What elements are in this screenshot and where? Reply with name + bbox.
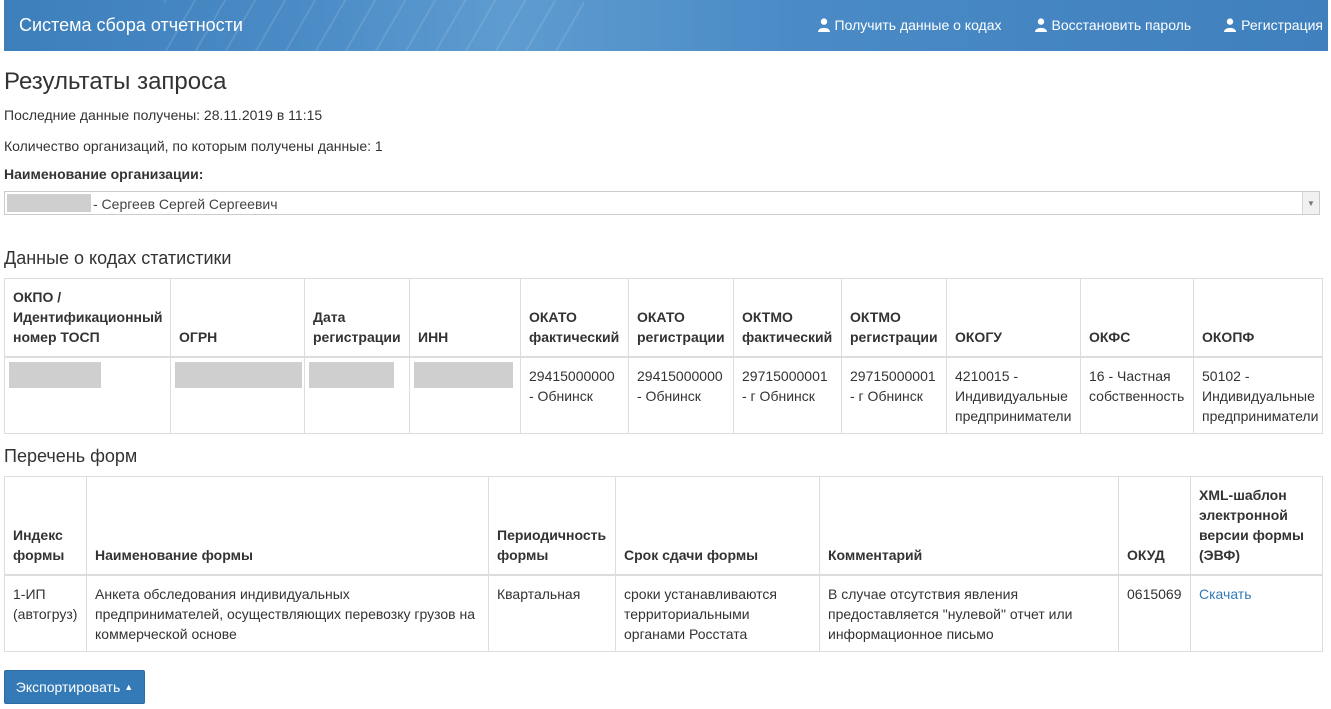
header-oktmo-reg: ОКТМО регистрации	[841, 278, 947, 358]
cell-form-deadline: сроки устанавливаются территориальными о…	[615, 574, 820, 652]
export-button-label: Экспортировать	[15, 679, 121, 695]
header-okato-reg: ОКАТО регистрации	[628, 278, 734, 358]
cell-form-xml: Скачать	[1190, 574, 1323, 652]
table-row: 1-ИП (автогруз) Анкета обследования инди…	[4, 574, 1323, 652]
org-select[interactable]: - Сергеев Сергей Сергеевич ▼	[4, 191, 1320, 215]
nav-registration-link[interactable]: Регистрация	[1224, 17, 1323, 33]
header-okfs: ОКФС	[1080, 278, 1194, 358]
redacted-org-code	[7, 194, 91, 212]
cell-okopf: 50102 - Индивидуальные предприниматели	[1193, 356, 1323, 434]
header-form-name: Наименование формы	[86, 476, 489, 576]
cell-okato-fact: 29415000000 - Обнинск	[520, 356, 629, 434]
codes-heading: Данные о кодах статистики	[4, 248, 232, 268]
user-icon	[1224, 18, 1237, 32]
cell-ogrn	[170, 356, 305, 434]
cell-oktmo-reg: 29715000001 - г Обнинск	[841, 356, 947, 434]
last-data-text: Последние данные получены: 28.11.2019 в …	[4, 107, 323, 123]
forms-header-row: Индекс формы Наименование формы Периодич…	[4, 476, 1323, 576]
cell-form-index: 1-ИП (автогруз)	[4, 574, 87, 652]
header-ogrn: ОГРН	[170, 278, 305, 358]
export-button[interactable]: Экспортировать ▲	[4, 670, 145, 704]
org-select-value: - Сергеев Сергей Сергеевич	[93, 196, 278, 212]
cell-form-period: Квартальная	[488, 574, 616, 652]
header-inn: ИНН	[409, 278, 521, 358]
header-reg-date: Дата регистрации	[304, 278, 410, 358]
codes-header-row: ОКПО / Идентификационный номер ТОСП ОГРН…	[4, 278, 1323, 358]
redacted-value	[175, 361, 302, 388]
header-okato-fact: ОКАТО фактический	[520, 278, 629, 358]
caret-up-icon: ▲	[124, 682, 134, 692]
download-link[interactable]: Скачать	[1199, 586, 1252, 602]
brand-title[interactable]: Система сбора отчетности	[19, 15, 243, 36]
cell-inn	[409, 356, 521, 434]
cell-okato-reg: 29415000000 - Обнинск	[628, 356, 734, 434]
nav-restore-password-label: Восстановить пароль	[1051, 17, 1192, 33]
org-select-label: Наименование организации:	[4, 166, 204, 182]
codes-table: ОКПО / Идентификационный номер ТОСП ОГРН…	[4, 278, 1323, 434]
forms-table: Индекс формы Наименование формы Периодич…	[4, 476, 1323, 652]
header-form-deadline: Срок сдачи формы	[615, 476, 820, 576]
cell-okpo	[4, 356, 171, 434]
cell-okogu: 4210015 - Индивидуальные предприниматели	[946, 356, 1081, 434]
nav-restore-password-link[interactable]: Восстановить пароль	[1034, 17, 1192, 33]
top-navbar: Система сбора отчетности Получить данные…	[4, 0, 1328, 51]
redacted-value	[309, 361, 394, 388]
redacted-value	[9, 361, 101, 388]
nav-get-codes-label: Получить данные о кодах	[834, 17, 1002, 33]
page-title: Результаты запроса	[4, 68, 227, 95]
header-form-okud: ОКУД	[1118, 476, 1191, 576]
cell-form-comment: В случае отсутствия явления предоставляе…	[819, 574, 1119, 652]
dropdown-arrow-icon[interactable]: ▼	[1302, 192, 1319, 214]
cell-form-name: Анкета обследования индивидуальных предп…	[86, 574, 489, 652]
header-form-period: Периодичность формы	[488, 476, 616, 576]
user-icon	[1034, 18, 1047, 32]
nav-links: Получить данные о кодах Восстановить пар…	[817, 17, 1323, 33]
redacted-value	[414, 361, 513, 388]
header-okpo: ОКПО / Идентификационный номер ТОСП	[4, 278, 171, 358]
forms-heading: Перечень форм	[4, 446, 138, 466]
table-row: 29415000000 - Обнинск 29415000000 - Обни…	[4, 356, 1323, 434]
header-oktmo-fact: ОКТМО фактический	[733, 278, 842, 358]
header-form-index: Индекс формы	[4, 476, 87, 576]
header-okopf: ОКОПФ	[1193, 278, 1323, 358]
cell-oktmo-fact: 29715000001 - г Обнинск	[733, 356, 842, 434]
nav-get-codes-link[interactable]: Получить данные о кодах	[817, 17, 1002, 33]
org-count-text: Количество организаций, по которым получ…	[4, 138, 383, 154]
user-icon	[817, 18, 830, 32]
header-form-xml: XML-шаблон электронной версии формы (ЭВФ…	[1190, 476, 1323, 576]
header-okogu: ОКОГУ	[946, 278, 1081, 358]
cell-form-okud: 0615069	[1118, 574, 1191, 652]
header-form-comment: Комментарий	[819, 476, 1119, 576]
cell-reg-date	[304, 356, 410, 434]
nav-registration-label: Регистрация	[1241, 17, 1323, 33]
cell-okfs: 16 - Частная собственность	[1080, 356, 1194, 434]
